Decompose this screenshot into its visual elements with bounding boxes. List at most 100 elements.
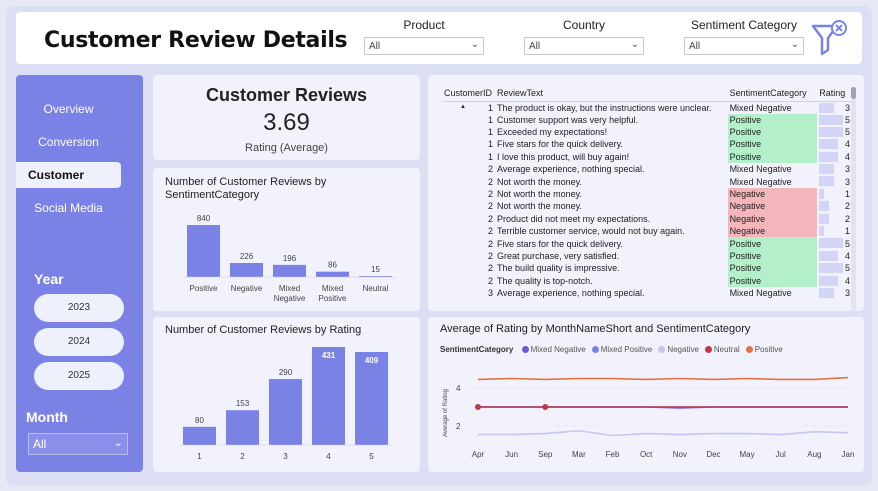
rating-line-chart: 2 4 Average of Rating Apr Jun Sep Mar Feb Oct Nov… xyxy=(443,376,854,459)
chevron-down-icon: ⌄ xyxy=(113,437,123,449)
table-row[interactable]: 2 Not worth the money. Mixed Negative 3 xyxy=(442,175,852,187)
column-header-reviewtext[interactable]: ReviewText xyxy=(495,85,728,102)
rating-data-bar xyxy=(819,250,839,261)
year-button-2025[interactable]: 2025 xyxy=(34,362,124,390)
nav-customer[interactable]: Customer xyxy=(16,162,121,188)
nav-social-media[interactable]: Social Media xyxy=(16,195,121,221)
data-point[interactable] xyxy=(542,404,549,410)
cell-customerid: 1 xyxy=(488,151,494,162)
table-row[interactable]: 1 Customer support was very helpful. Posit… xyxy=(442,113,852,126)
nav-overview[interactable]: Overview xyxy=(16,96,121,122)
table-row[interactable]: 2 Not worth the money. Negative 2 xyxy=(442,200,852,213)
cell-reviewtext: Five stars for the quick delivery. xyxy=(497,139,623,150)
data-label: 290 xyxy=(279,368,293,377)
month-select-value: All xyxy=(33,437,47,451)
year-button-2023[interactable]: 2023 xyxy=(34,294,124,322)
table-row[interactable]: 1 Five stars for the quick delivery. Posit… xyxy=(442,138,852,151)
bar[interactable] xyxy=(187,225,220,277)
bar[interactable] xyxy=(355,352,388,445)
cell-rating: 4 xyxy=(817,151,852,163)
sort-ascending-icon: ▲ xyxy=(460,104,466,110)
sentiment-filter-label: Sentiment Category xyxy=(690,18,798,32)
table-row[interactable]: 2 Terrible customer service, would not bu… xyxy=(442,225,852,238)
data-point[interactable] xyxy=(475,404,481,410)
filter-clear-icon[interactable] xyxy=(810,18,850,58)
cell-sentiment: Positive xyxy=(727,249,818,263)
rating-value: 1 xyxy=(844,226,850,237)
table-row[interactable]: 1 Exceeded my expectations! Positive 5 xyxy=(442,125,852,139)
rating-value: 2 xyxy=(844,213,850,224)
rating-value: 3 xyxy=(844,102,850,113)
month-select[interactable]: All ⌄ xyxy=(28,433,128,455)
series-line-negative[interactable] xyxy=(478,429,849,437)
cell-sentiment: Mixed Negative xyxy=(729,102,792,113)
table-row[interactable]: 1 The product is okay, but the instructio… xyxy=(442,101,852,114)
data-label: 15 xyxy=(371,265,380,274)
x-tick-label: Oct xyxy=(640,450,653,459)
cell-customerid: 2 xyxy=(488,189,494,200)
table-row[interactable]: 3 Average experience, nothing special. Mix… xyxy=(442,287,852,299)
rating-value: 5 xyxy=(844,263,850,274)
year-button-2024[interactable]: 2024 xyxy=(34,328,124,356)
bar[interactable] xyxy=(230,263,263,277)
column-header-sentimentcategory[interactable]: SentimentCategory xyxy=(727,85,818,102)
column-header-rating[interactable]: Rating xyxy=(817,85,852,102)
table-scrollbar[interactable] xyxy=(851,87,856,313)
bar[interactable] xyxy=(183,426,216,445)
category-label: Positive xyxy=(189,284,218,293)
table-row[interactable]: 2 The build quality is impressive. Positiv… xyxy=(442,262,852,275)
rating-value: 4 xyxy=(844,151,850,162)
x-tick-label: Nov xyxy=(673,450,687,459)
cell-reviewtext: Not worth the money. xyxy=(497,176,582,187)
cell-reviewtext: The product is okay, but the instruction… xyxy=(497,102,712,113)
rating-data-bar xyxy=(819,275,839,286)
chevron-down-icon: ⌄ xyxy=(790,39,799,50)
table-scrollbar-thumb[interactable] xyxy=(851,87,856,99)
table-row[interactable]: 2 Not worth the money. Negative 1 xyxy=(442,187,852,201)
series-line-positive[interactable] xyxy=(477,376,849,381)
sentiment-select[interactable]: All ⌄ xyxy=(684,37,804,55)
table-row[interactable]: 2 Great purchase, very satisfied. Positive… xyxy=(442,249,852,263)
cell-customerid: 2 xyxy=(488,263,494,274)
rating-data-bar xyxy=(819,102,834,113)
data-label: 409 xyxy=(365,356,379,365)
cell-sentiment: Negative xyxy=(727,200,818,213)
bar[interactable] xyxy=(226,410,259,445)
cell-sentiment: Positive xyxy=(727,150,818,164)
reviews-table-card: CustomerID ▲ ReviewText SentimentCategor… xyxy=(428,75,864,313)
cell-sentiment: Positive xyxy=(727,237,818,250)
bar[interactable] xyxy=(312,347,345,445)
sentiment-select-value: All xyxy=(689,41,701,52)
table-row[interactable]: 2 Product did not meet my expectations. Ne… xyxy=(442,212,852,226)
line-chart-card: Average of Rating by MonthNameShort and … xyxy=(428,317,864,472)
cell-rating: 1 xyxy=(817,225,852,237)
cell-customerid: 1 xyxy=(488,139,494,150)
category-label: Negative xyxy=(231,284,263,293)
bar[interactable] xyxy=(316,271,349,277)
table-row[interactable]: 2 Five stars for the quick delivery. Posit… xyxy=(442,237,852,250)
kpi-card: Customer Reviews 3.69 Rating (Average) xyxy=(153,75,420,160)
column-header-customerid[interactable]: CustomerID ▲ xyxy=(442,85,496,110)
category-label: Mixed xyxy=(322,284,343,293)
cell-customerid: 2 xyxy=(488,238,494,249)
rating-value: 1 xyxy=(844,189,850,200)
cell-rating: 4 xyxy=(817,275,852,287)
country-select[interactable]: All ⌄ xyxy=(524,37,644,55)
cell-sentiment: Positive xyxy=(727,138,818,151)
x-tick-label: Dec xyxy=(706,450,720,459)
x-tick-label: Feb xyxy=(606,450,620,459)
cell-rating: 3 xyxy=(817,175,852,187)
bar[interactable] xyxy=(273,264,306,277)
rating-chart-card: Number of Customer Reviews by Rating 80 1… xyxy=(153,317,420,472)
y-axis-label: Average of Rating xyxy=(443,389,449,437)
product-select[interactable]: All ⌄ xyxy=(364,37,484,55)
cell-customerid: 2 xyxy=(488,226,494,237)
table-row[interactable]: 2 The quality is top-notch. Positive 4 xyxy=(442,274,852,287)
table-row[interactable]: 1I love this product, will buy again! Pos… xyxy=(442,150,852,164)
bar[interactable] xyxy=(269,379,302,445)
cell-sentiment: Negative xyxy=(727,225,818,238)
table-row[interactable]: 2 Average experience, nothing special. Mix… xyxy=(442,163,852,175)
rating-value: 5 xyxy=(844,238,850,249)
nav-conversion[interactable]: Conversion xyxy=(16,129,121,155)
cell-reviewtext: The build quality is impressive. xyxy=(497,263,620,274)
